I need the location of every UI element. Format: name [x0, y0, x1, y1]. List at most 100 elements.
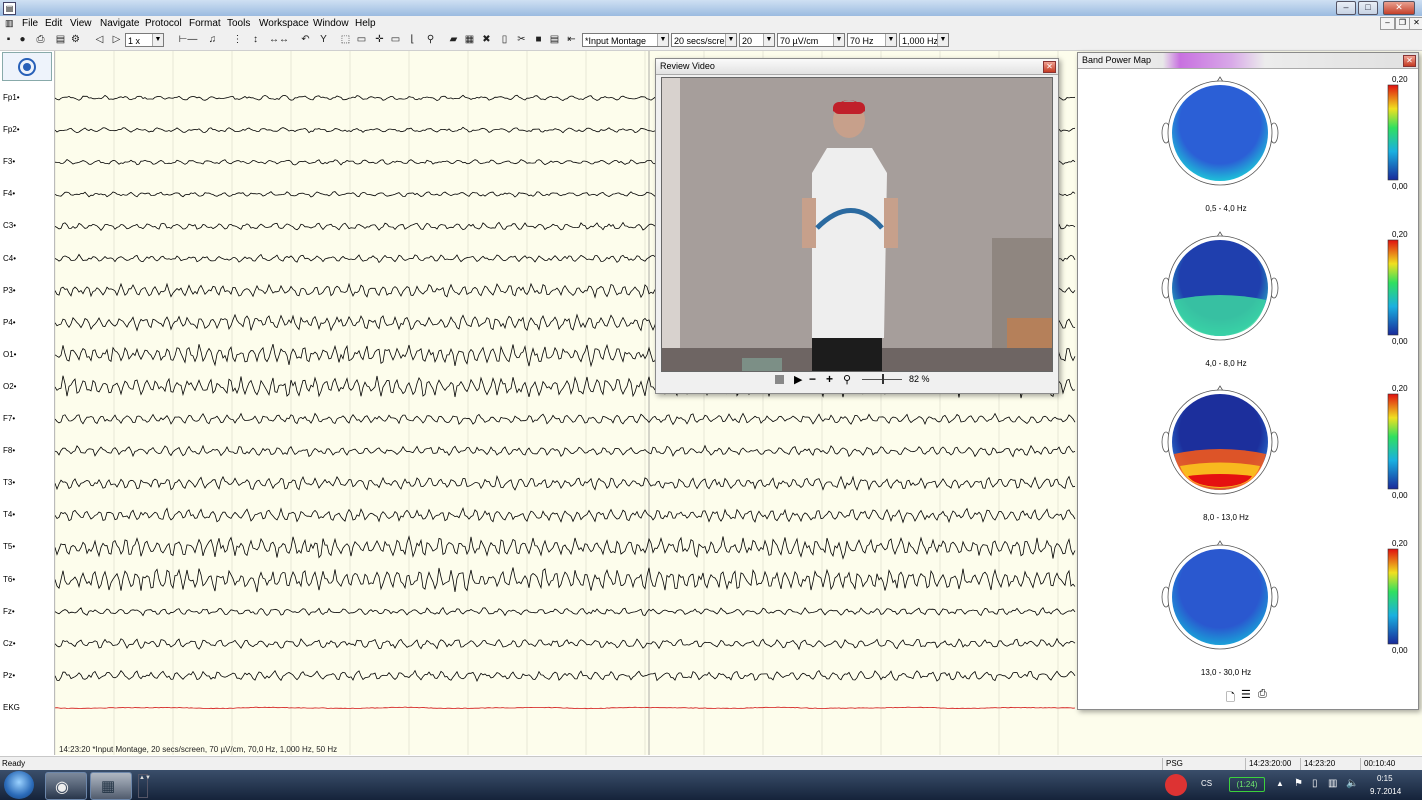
channel-label-t5[interactable]: T5•	[3, 542, 15, 552]
secs-per-screen-select[interactable]: 20 secs/scree ▼	[671, 33, 737, 47]
close-icon[interactable]: ✕	[1383, 1, 1415, 15]
arrow-left-icon[interactable]: ⇤	[566, 34, 577, 46]
channel-label-t4[interactable]: T4•	[3, 510, 15, 520]
select-box-icon[interactable]: ⬚	[340, 34, 351, 46]
flag-alert-icon[interactable]	[1165, 774, 1187, 796]
volume-icon[interactable]: 🔈	[1346, 778, 1358, 789]
zoom-slider-handle[interactable]	[882, 374, 884, 384]
mdi-doc-icon[interactable]: ▥	[5, 18, 14, 29]
open-folder-icon[interactable]: ▰	[448, 34, 459, 46]
channel-label-o2[interactable]: O2•	[3, 382, 16, 392]
channel-label-p3[interactable]: P3•	[3, 286, 16, 296]
zoom-icon[interactable]: ⚲	[425, 34, 436, 46]
review-video-window[interactable]: Review Video ✕ ▶ − + ⚲ 82 %	[655, 58, 1059, 394]
ruler-icon[interactable]: ⊢—	[176, 34, 200, 46]
start-button[interactable]	[4, 771, 34, 799]
channel-label-f4[interactable]: F4•	[3, 189, 15, 199]
page-icon[interactable]: 🗋	[1226, 689, 1235, 708]
channel-label-c3[interactable]: C3•	[3, 221, 16, 231]
close-icon[interactable]: ✕	[1043, 61, 1056, 73]
horizontal-range-icon[interactable]: ↔↔	[264, 34, 294, 46]
crosshair-icon[interactable]: ✛	[374, 34, 385, 46]
usb-icon[interactable]: ▯	[1312, 778, 1318, 789]
settings-icon[interactable]: ⚙	[70, 34, 81, 46]
magnifier-icon[interactable]: ⚲	[843, 373, 851, 386]
flag-icon[interactable]: ⚑	[1294, 778, 1303, 789]
baseline-icon[interactable]: ⌊	[407, 34, 418, 46]
montage-edit-icon[interactable]: ▤	[549, 34, 560, 46]
vertical-range-icon[interactable]: ↕	[250, 34, 261, 46]
phone-icon[interactable]: ▯	[499, 34, 510, 46]
step-back-icon[interactable]: ◁	[94, 34, 105, 46]
montage-select[interactable]: *Input Montage ▼	[582, 33, 669, 47]
mdi-restore-icon[interactable]: ❐	[1395, 17, 1410, 30]
highpass-select[interactable]: 1,000 Hz ▼	[899, 33, 949, 47]
topo-head-map[interactable]	[1158, 75, 1418, 195]
speed-select[interactable]: 1 x ▼	[125, 33, 164, 47]
layout-icon[interactable]: ▦	[464, 34, 475, 46]
note-icon[interactable]: ♫	[207, 34, 218, 46]
channel-label-p4[interactable]: P4•	[3, 318, 16, 328]
channel-label-fz[interactable]: Fz•	[3, 607, 15, 617]
camera-icon[interactable]: ■	[533, 34, 544, 46]
play-icon[interactable]: ▶	[794, 373, 802, 386]
battery-indicator[interactable]: (1:24)	[1229, 777, 1265, 792]
menu-navigate[interactable]: Navigate	[98, 17, 141, 30]
topo-head-map[interactable]	[1158, 539, 1418, 659]
review-video-title-bar[interactable]: Review Video ✕	[656, 59, 1058, 75]
channel-label-pz[interactable]: Pz•	[3, 671, 15, 681]
topo-head-map[interactable]	[1158, 384, 1418, 504]
print-icon[interactable]: ⎙	[35, 34, 46, 46]
rect-icon[interactable]: ▭	[356, 34, 367, 46]
menu-help[interactable]: Help	[353, 17, 378, 30]
undo-icon[interactable]: ↶	[300, 34, 311, 46]
taskbar-eye-app[interactable]: ◉	[45, 772, 87, 800]
record-icon[interactable]: ●	[17, 34, 28, 46]
topo-head-map[interactable]	[1158, 230, 1418, 350]
vertical-cursor-icon[interactable]: ⋮	[232, 34, 243, 46]
eraser-icon[interactable]: ▭	[390, 34, 401, 46]
stop-icon[interactable]	[775, 375, 784, 384]
video-frame[interactable]	[661, 77, 1053, 372]
menu-window[interactable]: Window	[311, 17, 351, 30]
channel-label-t3[interactable]: T3•	[3, 478, 15, 488]
channel-label-f8[interactable]: F8•	[3, 446, 15, 456]
menu-file[interactable]: File	[20, 17, 40, 30]
menu-edit[interactable]: Edit	[43, 17, 64, 30]
menu-tools[interactable]: Tools	[225, 17, 252, 30]
close-icon[interactable]: ✕	[1403, 55, 1416, 67]
zoom-in-icon[interactable]: +	[826, 372, 833, 386]
channel-label-o1[interactable]: O1•	[3, 350, 16, 360]
menu-protocol[interactable]: Protocol	[143, 17, 184, 30]
channel-label-fp1[interactable]: Fp1•	[3, 93, 20, 103]
step-forward-icon[interactable]: ▷	[111, 34, 122, 46]
channel-label-f3[interactable]: F3•	[3, 157, 15, 167]
zoom-out-icon[interactable]: −	[809, 372, 816, 386]
network-icon[interactable]: ▥	[1328, 778, 1337, 789]
filter-icon[interactable]: Y	[318, 34, 329, 46]
save-icon[interactable]: ▪	[3, 34, 14, 46]
channel-label-ekg[interactable]: EKG	[3, 703, 20, 713]
taskbar-eeg-app[interactable]: ▦	[90, 772, 132, 800]
maximize-icon[interactable]: □	[1358, 1, 1378, 15]
printer-icon[interactable]: ⎙	[1258, 688, 1267, 701]
clock-date[interactable]: 9.7.2014	[1370, 787, 1401, 796]
mdi-minimize-icon[interactable]: –	[1380, 17, 1395, 30]
trash-icon[interactable]: ▤	[55, 34, 66, 46]
menu-view[interactable]: View	[68, 17, 94, 30]
list-icon[interactable]: ☰	[1241, 688, 1251, 701]
cursor-tool-button[interactable]	[2, 52, 52, 81]
band-power-map-title-bar[interactable]: Band Power Map ✕	[1078, 53, 1418, 69]
scissors-icon[interactable]: ✂	[516, 34, 527, 46]
sensitivity-select[interactable]: 70 µV/cm ▼	[777, 33, 845, 47]
language-indicator[interactable]: CS	[1201, 779, 1212, 788]
mdi-close-icon[interactable]: ✕	[1409, 17, 1422, 30]
taskbar-scroll[interactable]: ▲▼	[138, 774, 151, 798]
tray-expand-icon[interactable]: ▲	[1276, 779, 1284, 788]
lowpass-select[interactable]: 70 Hz ▼	[847, 33, 897, 47]
channel-label-fp2[interactable]: Fp2•	[3, 125, 20, 135]
band-power-map-window[interactable]: Band Power Map ✕ 0,20 0,00 0,5 - 4,0 Hz 0,2…	[1077, 52, 1419, 710]
channel-label-c4[interactable]: C4•	[3, 254, 16, 264]
count-select[interactable]: 20 ▼	[739, 33, 775, 47]
tools-icon[interactable]: ✖	[481, 34, 492, 46]
